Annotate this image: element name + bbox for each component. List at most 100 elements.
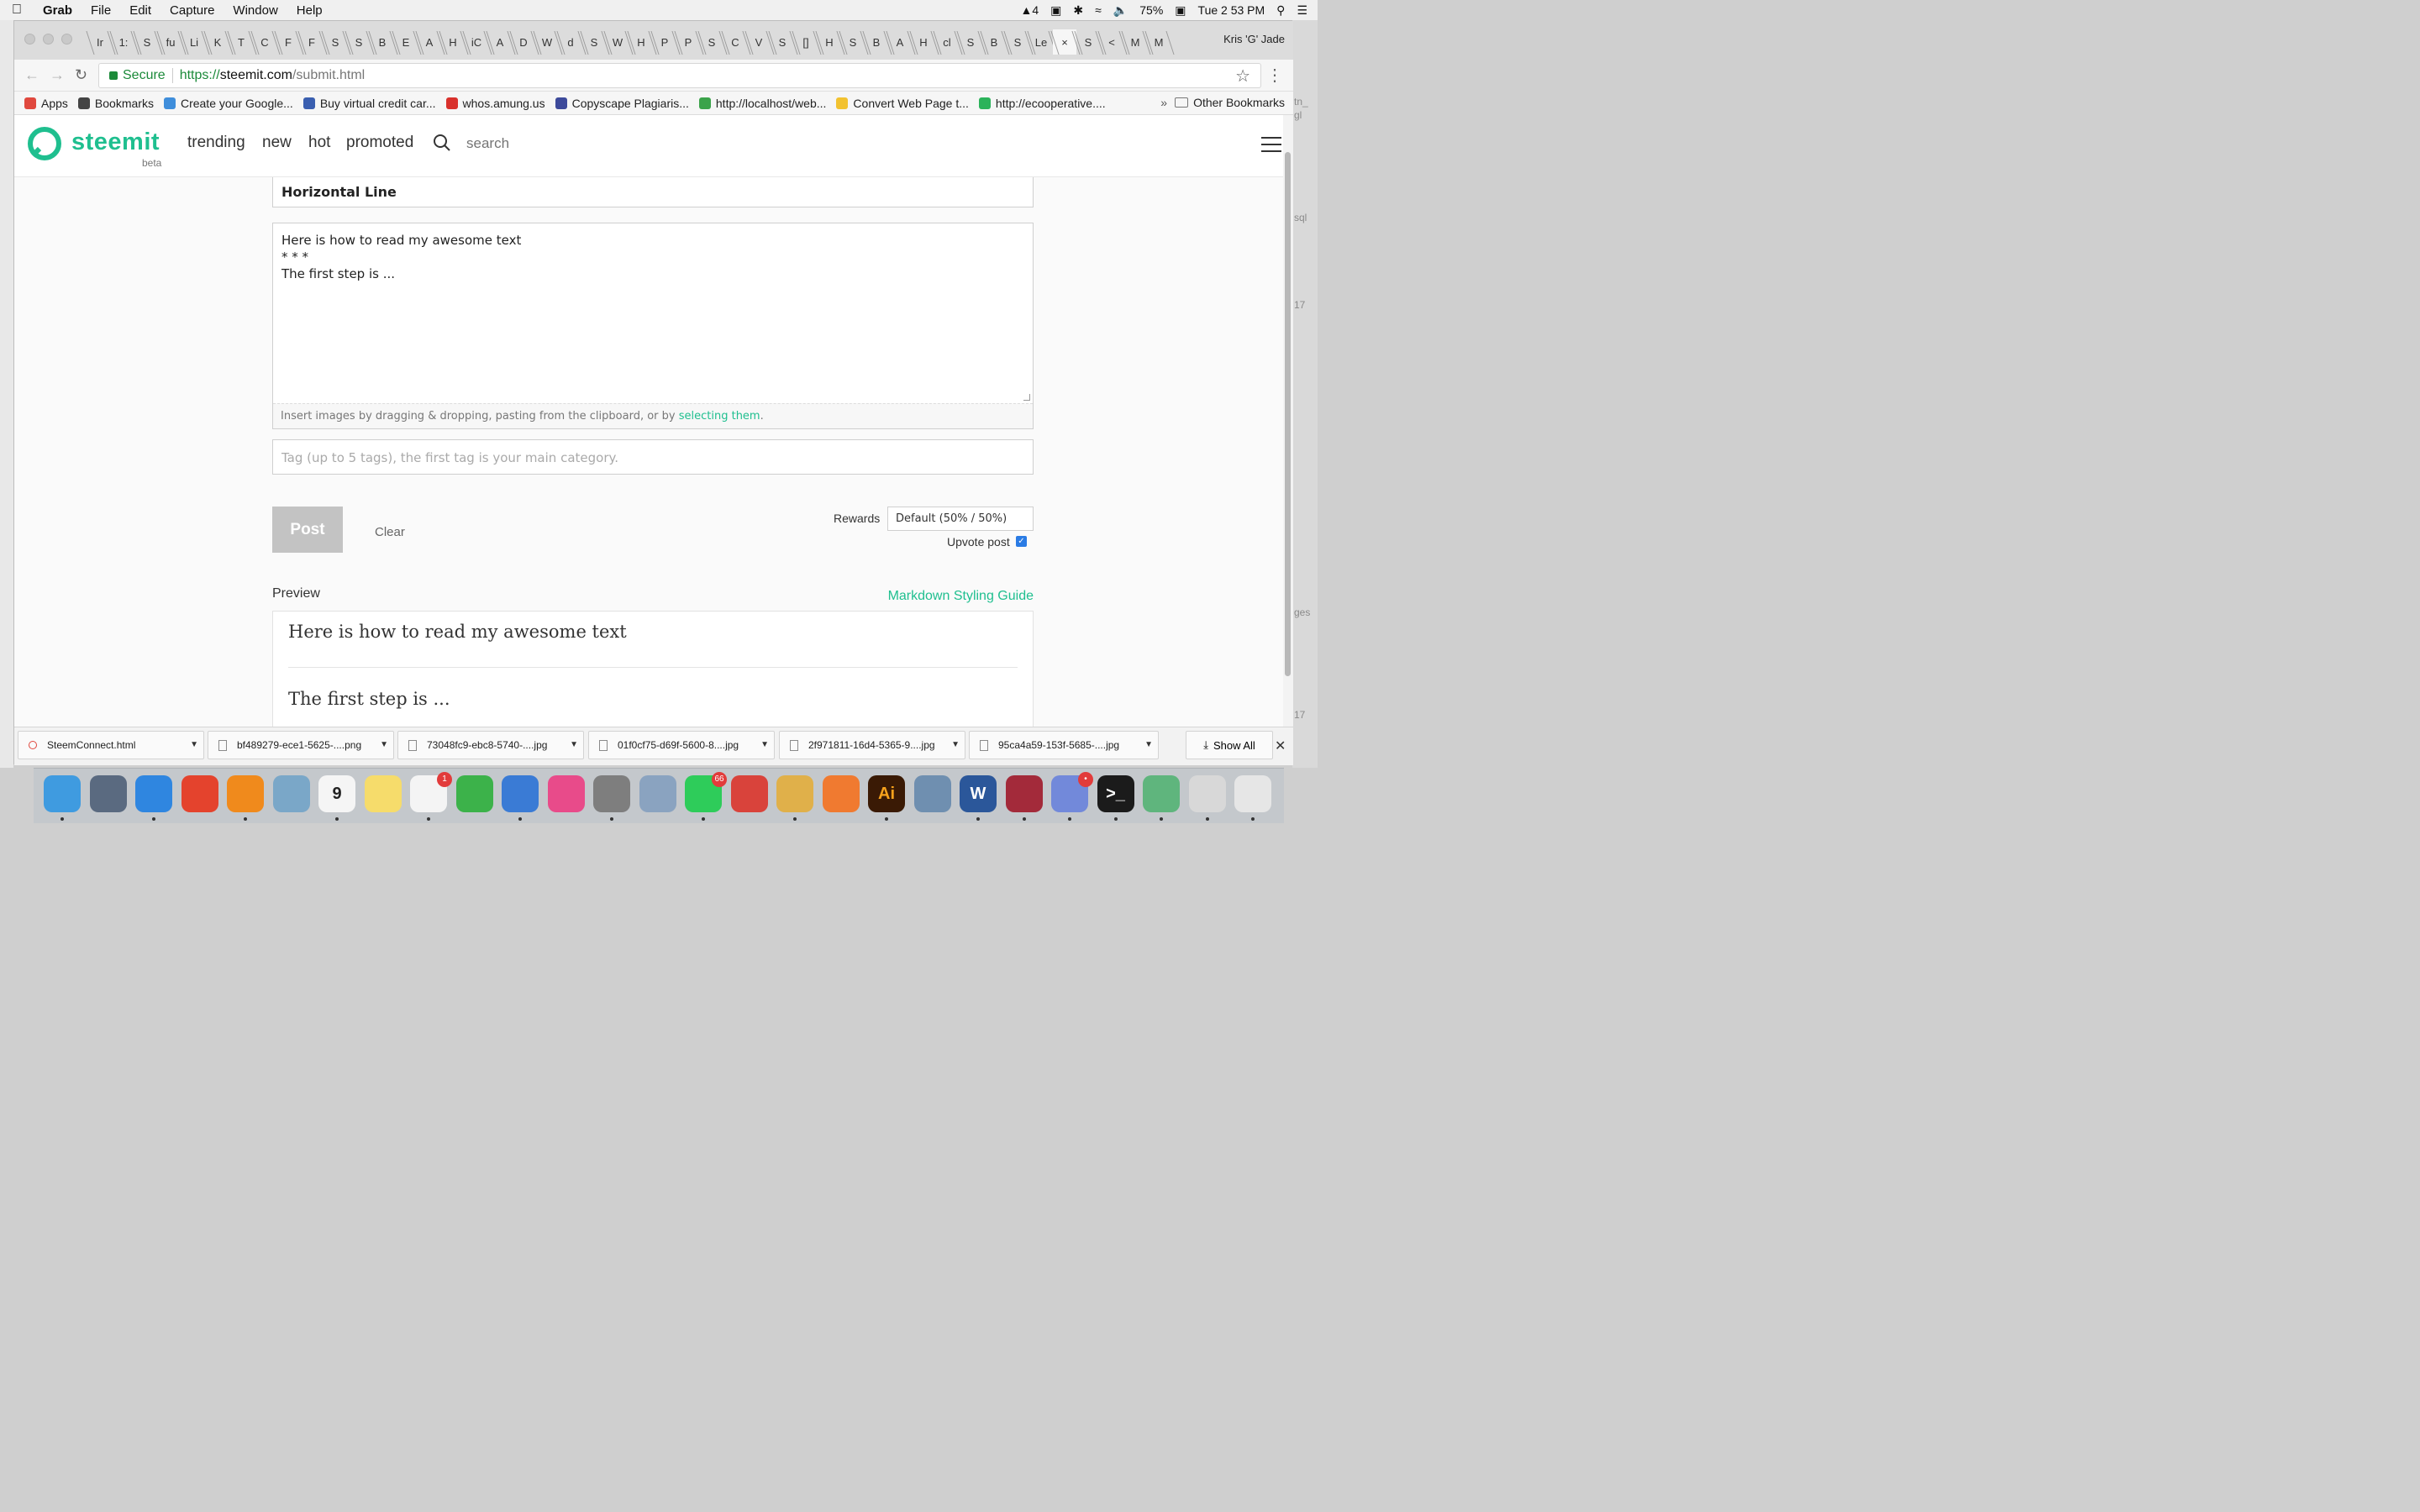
bookmark-item[interactable]: Buy virtual credit car... bbox=[302, 97, 436, 110]
markdown-guide-link[interactable]: Markdown Styling Guide bbox=[888, 589, 1034, 604]
profile-name[interactable]: Kris 'G' Jade bbox=[1223, 33, 1285, 45]
chevron-down-icon[interactable]: ▼ bbox=[570, 740, 578, 749]
volume-icon[interactable]: 🔈 bbox=[1113, 3, 1128, 18]
browser-tab[interactable]: V bbox=[747, 29, 771, 55]
wine-icon[interactable] bbox=[1005, 775, 1043, 812]
browser-menu-icon[interactable]: ⋮ bbox=[1266, 65, 1283, 86]
word-icon[interactable]: W bbox=[960, 775, 997, 812]
back-icon[interactable]: ← bbox=[24, 66, 39, 84]
body-textarea[interactable]: Here is how to read my awesome text * * … bbox=[272, 223, 1034, 429]
bookmark-item[interactable]: http://localhost/web... bbox=[698, 97, 826, 110]
site-logo-text[interactable]: steemit bbox=[71, 129, 160, 156]
close-tab-icon[interactable]: × bbox=[1053, 29, 1076, 55]
hamburger-menu-icon[interactable] bbox=[1261, 137, 1281, 154]
paw-icon[interactable] bbox=[822, 775, 860, 812]
close-window-button[interactable] bbox=[24, 34, 35, 45]
browser-tab[interactable]: P bbox=[676, 29, 700, 55]
browser-tab[interactable]: S bbox=[771, 29, 794, 55]
browser-tab[interactable]: F bbox=[276, 29, 300, 55]
browser-tab[interactable]: Ir bbox=[88, 29, 112, 55]
bookmark-item[interactable]: Convert Web Page t... bbox=[836, 97, 969, 110]
scissors-app-icon[interactable] bbox=[1188, 775, 1226, 812]
browser-tab[interactable]: M bbox=[1147, 29, 1171, 55]
browser-tab[interactable]: K bbox=[206, 29, 229, 55]
close-downloads-icon[interactable]: ✕ bbox=[1275, 738, 1286, 754]
browser-tab[interactable]: iC bbox=[465, 29, 488, 55]
browser-tab[interactable]: cl bbox=[935, 29, 959, 55]
browser-tab[interactable]: M bbox=[1123, 29, 1147, 55]
finder-icon[interactable] bbox=[44, 775, 81, 812]
address-bar[interactable]: Secure https:// steemit.com /submit.html… bbox=[98, 63, 1261, 88]
apple-menu-icon[interactable]:  bbox=[0, 3, 34, 18]
notes-icon[interactable] bbox=[364, 775, 402, 812]
browser-tab[interactable]: S bbox=[841, 29, 865, 55]
browser-tab[interactable]: d bbox=[559, 29, 582, 55]
browser-tab[interactable]: H bbox=[441, 29, 465, 55]
post-button[interactable]: Post bbox=[272, 507, 343, 553]
browser-tab[interactable]: D bbox=[512, 29, 535, 55]
clock[interactable]: Tue 2 53 PM bbox=[1198, 3, 1265, 17]
wunderlist-icon[interactable] bbox=[730, 775, 768, 812]
browser-tab[interactable]: T bbox=[229, 29, 253, 55]
download-item[interactable]: 73048fc9-ebc8-5740-....jpg ▼ bbox=[397, 731, 584, 759]
chevron-down-icon[interactable]: ▼ bbox=[760, 740, 769, 749]
browser-tab[interactable]: E bbox=[394, 29, 418, 55]
forward-icon[interactable]: → bbox=[50, 66, 65, 84]
menu-window[interactable]: Window bbox=[224, 3, 287, 18]
image-capture-icon[interactable] bbox=[913, 775, 951, 812]
browser-tab[interactable]: C bbox=[723, 29, 747, 55]
sequel-pro-icon[interactable] bbox=[776, 775, 813, 812]
nav-promoted[interactable]: promoted bbox=[346, 134, 413, 152]
browser-tab[interactable]: S bbox=[700, 29, 723, 55]
browser-tab[interactable]: B bbox=[982, 29, 1006, 55]
browser-tab[interactable]: S bbox=[1076, 29, 1100, 55]
download-item[interactable]: 95ca4a59-153f-5685-....jpg ▼ bbox=[969, 731, 1159, 759]
menu-help[interactable]: Help bbox=[287, 3, 332, 18]
zoom-window-button[interactable] bbox=[61, 34, 72, 45]
browser-tab[interactable]: B bbox=[865, 29, 888, 55]
clear-button[interactable]: Clear bbox=[375, 525, 405, 539]
gear-app-icon[interactable] bbox=[639, 775, 676, 812]
safari-icon[interactable] bbox=[135, 775, 172, 812]
browser-tab[interactable]: S bbox=[135, 29, 159, 55]
spotlight-icon[interactable]: ⚲ bbox=[1276, 3, 1285, 18]
resize-handle-icon[interactable] bbox=[1023, 394, 1030, 401]
browser-tab[interactable]: Li bbox=[182, 29, 206, 55]
illustrator-icon[interactable]: Ai bbox=[868, 775, 905, 812]
browser-tab[interactable]: B bbox=[371, 29, 394, 55]
bookmarks-overflow-icon[interactable]: » bbox=[1160, 96, 1167, 109]
browser-tab[interactable]: S bbox=[582, 29, 606, 55]
chevron-down-icon[interactable]: ▼ bbox=[951, 740, 960, 749]
vlc-icon[interactable] bbox=[227, 775, 264, 812]
browser-tab[interactable]: fu bbox=[159, 29, 182, 55]
tag-input[interactable]: Tag (up to 5 tags), the first tag is you… bbox=[272, 439, 1034, 475]
calendar-icon[interactable]: 9 bbox=[318, 775, 355, 812]
show-all-downloads-button[interactable]: ⤓ Show All bbox=[1186, 731, 1273, 759]
menu-edit[interactable]: Edit bbox=[120, 3, 160, 18]
other-bookmarks[interactable]: Other Bookmarks bbox=[1175, 96, 1285, 109]
browser-tab[interactable]: H bbox=[912, 29, 935, 55]
bluetooth-icon[interactable]: ✱ bbox=[1073, 3, 1083, 18]
browser-tab[interactable]: A bbox=[888, 29, 912, 55]
nav-trending[interactable]: trending bbox=[187, 134, 245, 152]
bookmark-item[interactable]: Bookmarks bbox=[77, 97, 154, 110]
minimize-window-button[interactable] bbox=[43, 34, 54, 45]
chevron-down-icon[interactable]: ▼ bbox=[380, 740, 388, 749]
browser-tab[interactable]: H bbox=[818, 29, 841, 55]
battery-percent[interactable]: 75% bbox=[1139, 3, 1163, 17]
search-icon[interactable] bbox=[433, 134, 451, 152]
select-images-link[interactable]: selecting them bbox=[679, 410, 760, 423]
adobe-status-icon[interactable]: ▲4 bbox=[1021, 3, 1039, 17]
title-field[interactable]: Horizontal Line bbox=[272, 177, 1034, 207]
browser-tab[interactable]: W bbox=[535, 29, 559, 55]
browser-tab[interactable]: F bbox=[300, 29, 324, 55]
trash-icon[interactable] bbox=[1234, 775, 1271, 812]
browser-tab[interactable]: 1: bbox=[112, 29, 135, 55]
browser-tab[interactable]: Le bbox=[1029, 29, 1053, 55]
browser-tab[interactable]: [] bbox=[794, 29, 818, 55]
page-scrollbar[interactable] bbox=[1283, 115, 1293, 727]
browser-tab[interactable]: H bbox=[629, 29, 653, 55]
bookmark-item[interactable]: Copyscape Plagiaris... bbox=[555, 97, 689, 110]
download-item[interactable]: 2f971811-16d4-5365-9....jpg ▼ bbox=[779, 731, 965, 759]
atom-icon[interactable] bbox=[1143, 775, 1180, 812]
